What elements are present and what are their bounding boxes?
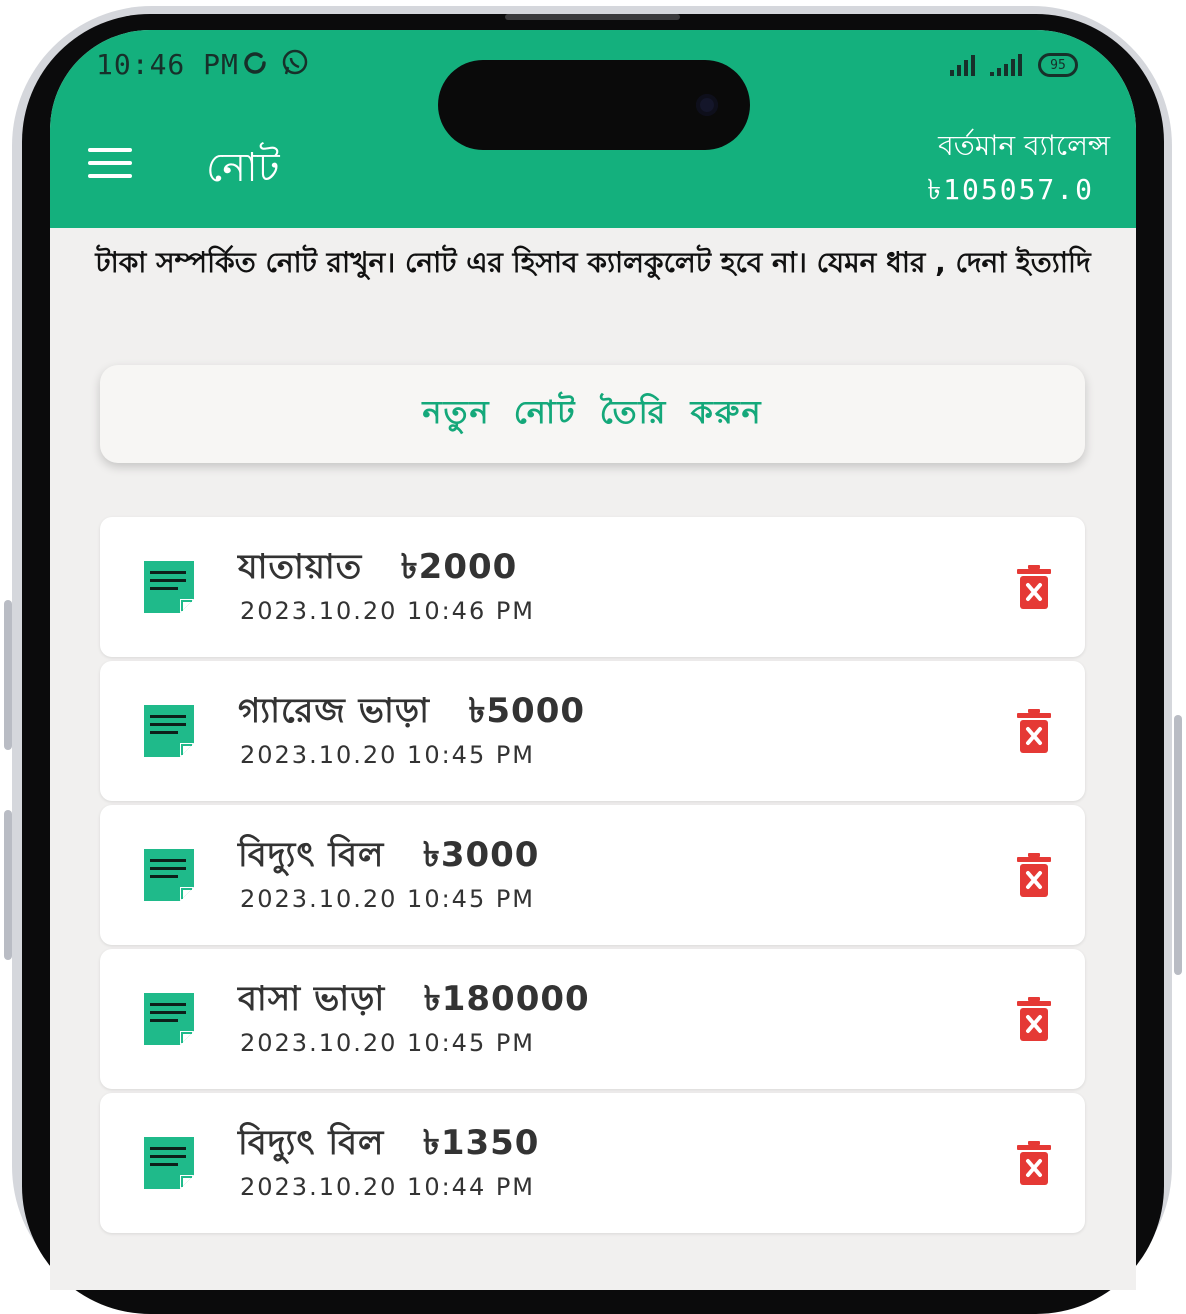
- balance-value: ৳105057.0: [927, 173, 1094, 206]
- note-card[interactable]: যাতায়াত ৳2000 2023.10.20 10:46 PM: [100, 517, 1085, 657]
- note-amount: ৳2000: [400, 547, 518, 587]
- signal-icon-2: [990, 54, 1022, 76]
- description-text: টাকা সম্পর্কিত নোট রাখুন। নোট এর হিসাব ক…: [95, 246, 1091, 279]
- note-date: 2023.10.20 10:45 PM: [240, 1029, 536, 1057]
- note-title: বাসা ভাড়া ৳180000: [238, 973, 590, 1030]
- note-amount: ৳3000: [422, 835, 540, 875]
- note-list: যাতায়াত ৳2000 2023.10.20 10:46 PM গ্যার…: [100, 517, 1085, 1237]
- note-name: বিদ্যুৎ বিল: [238, 1123, 385, 1163]
- phone-screen: 10:46 PM 95 নোট বর্তমান ব্যালেন্স ৳10505…: [50, 30, 1136, 1290]
- note-title: বিদ্যুৎ বিল ৳1350: [238, 1117, 539, 1174]
- note-amount: ৳1350: [422, 1123, 540, 1163]
- signal-icon: [950, 55, 975, 76]
- note-title: গ্যারেজ ভাড়া ৳5000: [238, 685, 585, 742]
- note-card[interactable]: বাসা ভাড়া ৳180000 2023.10.20 10:45 PM: [100, 949, 1085, 1089]
- note-name: বিদ্যুৎ বিল: [238, 835, 385, 875]
- note-icon: [144, 561, 194, 613]
- side-button-right: [1174, 715, 1182, 975]
- whatsapp-icon: [282, 49, 308, 75]
- side-button-left-2: [4, 810, 12, 960]
- note-title: বিদ্যুৎ বিল ৳3000: [238, 829, 539, 886]
- page-title: নোট: [206, 145, 280, 191]
- delete-icon[interactable]: [1017, 1141, 1051, 1185]
- menu-icon[interactable]: [88, 148, 132, 182]
- note-card[interactable]: বিদ্যুৎ বিল ৳1350 2023.10.20 10:44 PM: [100, 1093, 1085, 1233]
- app-bar: 10:46 PM 95 নোট বর্তমান ব্যালেন্স ৳10505…: [50, 30, 1136, 228]
- delete-icon[interactable]: [1017, 997, 1051, 1041]
- note-amount: ৳5000: [468, 691, 586, 731]
- note-date: 2023.10.20 10:46 PM: [240, 597, 536, 625]
- camera-icon: [696, 94, 718, 116]
- note-amount: ৳180000: [423, 979, 590, 1019]
- delete-icon[interactable]: [1017, 565, 1051, 609]
- delete-icon[interactable]: [1017, 853, 1051, 897]
- note-name: বাসা ভাড়া: [238, 979, 386, 1019]
- note-icon: [144, 1137, 194, 1189]
- note-icon: [144, 849, 194, 901]
- balance-label: বর্তমান ব্যালেন্স: [938, 129, 1110, 162]
- status-time: 10:46 PM: [96, 48, 239, 81]
- note-name: যাতায়াত: [238, 547, 363, 587]
- sync-icon: [244, 52, 266, 74]
- side-button-left-1: [4, 600, 12, 750]
- note-card[interactable]: গ্যারেজ ভাড়া ৳5000 2023.10.20 10:45 PM: [100, 661, 1085, 801]
- note-icon: [144, 993, 194, 1045]
- delete-icon[interactable]: [1017, 709, 1051, 753]
- phone-speaker: [505, 14, 680, 20]
- note-date: 2023.10.20 10:45 PM: [240, 741, 536, 769]
- battery-icon: 95: [1038, 53, 1078, 77]
- create-note-button[interactable]: নতুন নোট তৈরি করুন: [100, 365, 1085, 463]
- note-date: 2023.10.20 10:45 PM: [240, 885, 536, 913]
- note-name: গ্যারেজ ভাড়া: [238, 691, 430, 731]
- note-date: 2023.10.20 10:44 PM: [240, 1173, 536, 1201]
- dynamic-island: [438, 60, 750, 150]
- note-icon: [144, 705, 194, 757]
- note-card[interactable]: বিদ্যুৎ বিল ৳3000 2023.10.20 10:45 PM: [100, 805, 1085, 945]
- battery-level: 95: [1050, 57, 1066, 73]
- note-title: যাতায়াত ৳2000: [238, 541, 517, 598]
- create-note-label: নতুন নোট তৈরি করুন: [422, 393, 763, 431]
